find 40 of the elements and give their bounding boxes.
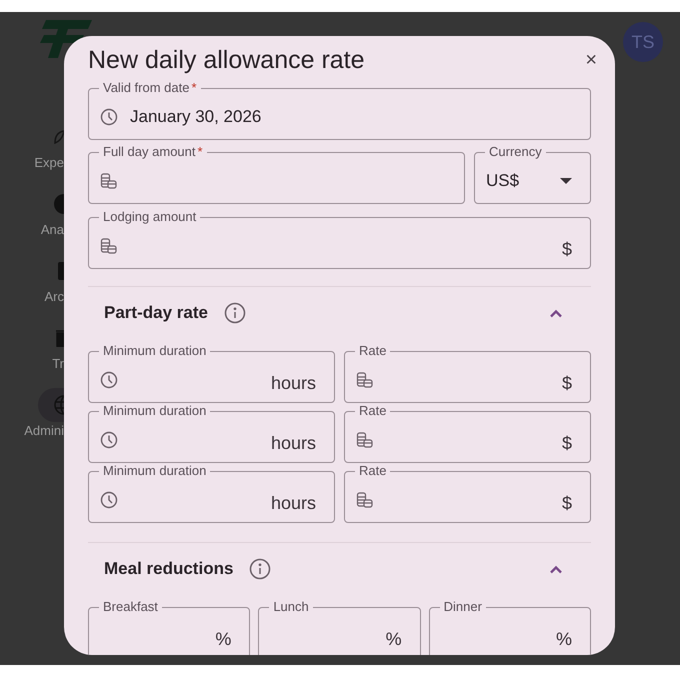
input-field[interactable]: Dinner %: [428, 599, 591, 655]
coins-icon: [100, 237, 118, 255]
leaf-icon: [54, 130, 64, 144]
coins-icon: [100, 172, 118, 190]
sidebar-item[interactable]: Arc: [44, 288, 64, 306]
input-field[interactable]: Rate $: [344, 343, 591, 403]
clock-icon: [100, 431, 118, 449]
input-field[interactable]: Rate $: [344, 403, 591, 463]
input-field[interactable]: Minimum duration hours: [88, 463, 335, 523]
logo-icon: [40, 18, 92, 58]
caret-icon: [560, 178, 572, 184]
coins-icon: [356, 491, 374, 509]
sidebar-item[interactable]: Admini: [24, 422, 64, 440]
globe-icon: [52, 395, 64, 415]
chevron-up-icon[interactable]: [549, 308, 563, 318]
chevron-up-icon[interactable]: [549, 564, 563, 574]
dialog-title: New daily allowance rate: [88, 45, 365, 76]
clock-icon: [100, 371, 118, 389]
input-field[interactable]: Breakfast %: [88, 599, 250, 655]
section-title: Meal reductions: [104, 558, 234, 580]
sidebar-item[interactable]: Tr: [52, 355, 64, 373]
close-button[interactable]: ×: [585, 50, 597, 70]
sidebar-item[interactable]: Expe: [34, 154, 64, 172]
input-field[interactable]: Minimum duration hours: [88, 403, 335, 463]
input-field[interactable]: Valid from date* January 30, 2026: [88, 80, 591, 140]
info-icon[interactable]: [224, 302, 246, 324]
clock-icon: [100, 108, 118, 126]
coins-icon: [356, 431, 374, 449]
sidebar-item[interactable]: Ana: [40, 221, 64, 239]
info-icon[interactable]: [249, 558, 272, 580]
input-field[interactable]: Full day amount*: [88, 144, 465, 204]
coins-icon: [356, 371, 374, 389]
input-field[interactable]: Lodging amount $: [88, 209, 591, 269]
currency-select[interactable]: Currency US$: [474, 144, 591, 204]
section-title: Part-day rate: [104, 302, 208, 324]
input-field[interactable]: Rate $: [344, 463, 591, 523]
input-field[interactable]: Lunch %: [258, 599, 421, 655]
trash-icon: [56, 329, 64, 347]
clock-icon: [100, 491, 118, 509]
input-field[interactable]: Minimum duration hours: [88, 343, 335, 403]
